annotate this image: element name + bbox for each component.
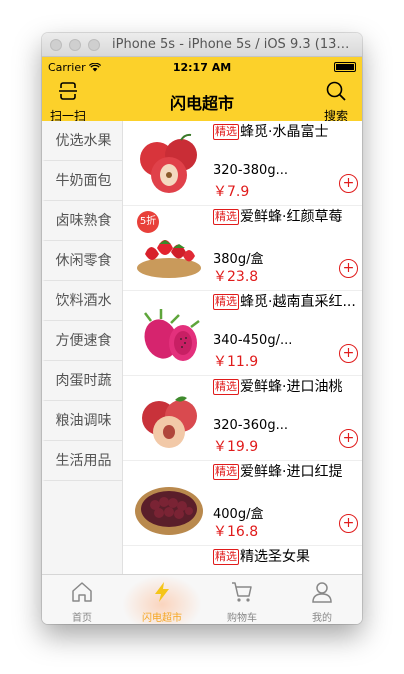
tab-bar: 首页 闪电超市 购物车 我的 [42, 574, 362, 624]
lightning-icon [155, 582, 169, 602]
minimize-window-button[interactable] [69, 39, 81, 51]
product-title: 爱鲜蜂·红颜草莓 [240, 209, 343, 225]
product-name: 精选 爱鲜蜂·红颜草莓 [213, 206, 360, 226]
tab-cart[interactable]: 购物车 [202, 575, 282, 624]
product-item[interactable]: 精选 蜂觅·越南直采红... 340-450g/... ￥11.9 + [123, 291, 362, 376]
product-spec: 340-450g/... [213, 333, 293, 348]
search-button[interactable]: 搜索 [316, 80, 356, 124]
status-time: 12:17 AM [172, 61, 232, 74]
nectarine-image [142, 396, 197, 448]
sidebar-item-daily-goods[interactable]: 生活用品 [42, 441, 122, 481]
product-title: 爱鲜蜂·进口油桃 [240, 379, 343, 395]
user-icon [312, 582, 332, 603]
product-name: 精选 蜂觅·水晶富士 [213, 121, 360, 141]
tab-profile-label: 我的 [312, 613, 332, 624]
tab-home-label: 首页 [72, 613, 92, 624]
tab-home[interactable]: 首页 [42, 575, 122, 624]
window-title: iPhone 5s - iPhone 5s / iOS 9.3 (13E... [112, 37, 354, 52]
add-to-cart-button[interactable]: + [339, 429, 358, 448]
product-price: ￥7.9 [213, 184, 250, 200]
page-title: 闪电超市 [169, 94, 234, 113]
dragon-fruit-image [144, 309, 200, 361]
product-name: 精选 爱鲜蜂·进口红提 [213, 461, 360, 481]
status-bar: Carrier 12:17 AM [42, 57, 362, 77]
sidebar-item-drinks[interactable]: 饮料酒水 [42, 281, 122, 321]
sidebar-item-fruit[interactable]: 优选水果 [42, 121, 122, 161]
product-spec: 380g/盒 [213, 252, 264, 267]
battery-icon [334, 62, 356, 72]
home-icon [72, 582, 92, 602]
featured-tag: 精选 [213, 209, 239, 225]
featured-tag: 精选 [213, 379, 239, 395]
category-sidebar: 优选水果 牛奶面包 卤味熟食 休闲零食 饮料酒水 方便速食 肉蛋时蔬 粮油调味 … [42, 121, 123, 574]
cherry-tomato-image [131, 554, 207, 574]
product-spec: 320-360g... [213, 418, 288, 433]
product-name: 精选 爱鲜蜂·进口油桃 [213, 376, 360, 396]
simulator-titlebar: iPhone 5s - iPhone 5s / iOS 9.3 (13E... [42, 33, 362, 57]
featured-tag: 精选 [213, 294, 239, 310]
product-item[interactable]: 精选 爱鲜蜂·进口红提 400g/盒 ￥16.8 + [123, 461, 362, 546]
product-price: ￥11.9 [213, 354, 259, 370]
product-name: 精选 精选圣女果 [213, 546, 360, 566]
sidebar-item-deli[interactable]: 卤味熟食 [42, 201, 122, 241]
product-title: 精选圣女果 [240, 549, 310, 565]
product-title: 爱鲜蜂·进口红提 [240, 464, 343, 480]
product-item[interactable]: 精选 精选圣女果 [123, 546, 362, 574]
zoom-window-button[interactable] [88, 39, 100, 51]
featured-tag: 精选 [213, 549, 239, 565]
tab-cart-label: 购物车 [227, 613, 257, 624]
product-title: 蜂觅·水晶富士 [240, 124, 329, 140]
sidebar-item-grain-oil[interactable]: 粮油调味 [42, 401, 122, 441]
featured-tag: 精选 [213, 464, 239, 480]
apple-image [140, 133, 197, 193]
add-to-cart-button[interactable]: + [339, 514, 358, 533]
product-title: 蜂觅·越南直采红... [240, 294, 356, 310]
sidebar-item-instant-food[interactable]: 方便速食 [42, 321, 122, 361]
main-content: 优选水果 牛奶面包 卤味熟食 休闲零食 饮料酒水 方便速食 肉蛋时蔬 粮油调味 … [42, 121, 362, 574]
product-spec: 320-380g... [213, 163, 288, 178]
product-price: ￥23.8 [213, 269, 259, 285]
grape-image [135, 487, 203, 535]
sidebar-item-snacks[interactable]: 休闲零食 [42, 241, 122, 281]
close-window-button[interactable] [50, 39, 62, 51]
discount-badge: 5折 [137, 211, 159, 233]
product-price: ￥19.9 [213, 439, 259, 455]
product-item[interactable]: 精选 蜂觅·水晶富士 320-380g... ￥7.9 + [123, 121, 362, 206]
product-list: 精选 蜂觅·水晶富士 320-380g... ￥7.9 + 5折 精选 爱鲜蜂·红颜… [123, 121, 362, 574]
featured-tag: 精选 [213, 124, 239, 140]
product-spec: 400g/盒 [213, 507, 264, 522]
add-to-cart-button[interactable]: + [339, 174, 358, 193]
tab-flash-market-label: 闪电超市 [142, 613, 182, 624]
add-to-cart-button[interactable]: + [339, 259, 358, 278]
product-item[interactable]: 精选 爱鲜蜂·进口油桃 320-360g... ￥19.9 + [123, 376, 362, 461]
sidebar-item-meat-veg[interactable]: 肉蛋时蔬 [42, 361, 122, 401]
product-name: 精选 蜂觅·越南直采红... [213, 291, 360, 311]
product-item[interactable]: 5折 精选 爱鲜蜂·红颜草莓 380g/盒 ￥23.8 + [123, 206, 362, 291]
search-icon [326, 81, 346, 101]
add-to-cart-button[interactable]: + [339, 344, 358, 363]
simulator-window: iPhone 5s - iPhone 5s / iOS 9.3 (13E... … [42, 33, 362, 624]
tab-flash-market[interactable]: 闪电超市 [122, 575, 202, 624]
nav-bar: 扫一扫 闪电超市 搜索 [42, 77, 362, 124]
sidebar-item-milk-bread[interactable]: 牛奶面包 [42, 161, 122, 201]
product-price: ￥16.8 [213, 524, 259, 540]
cart-icon [232, 582, 252, 602]
tab-profile[interactable]: 我的 [282, 575, 362, 624]
